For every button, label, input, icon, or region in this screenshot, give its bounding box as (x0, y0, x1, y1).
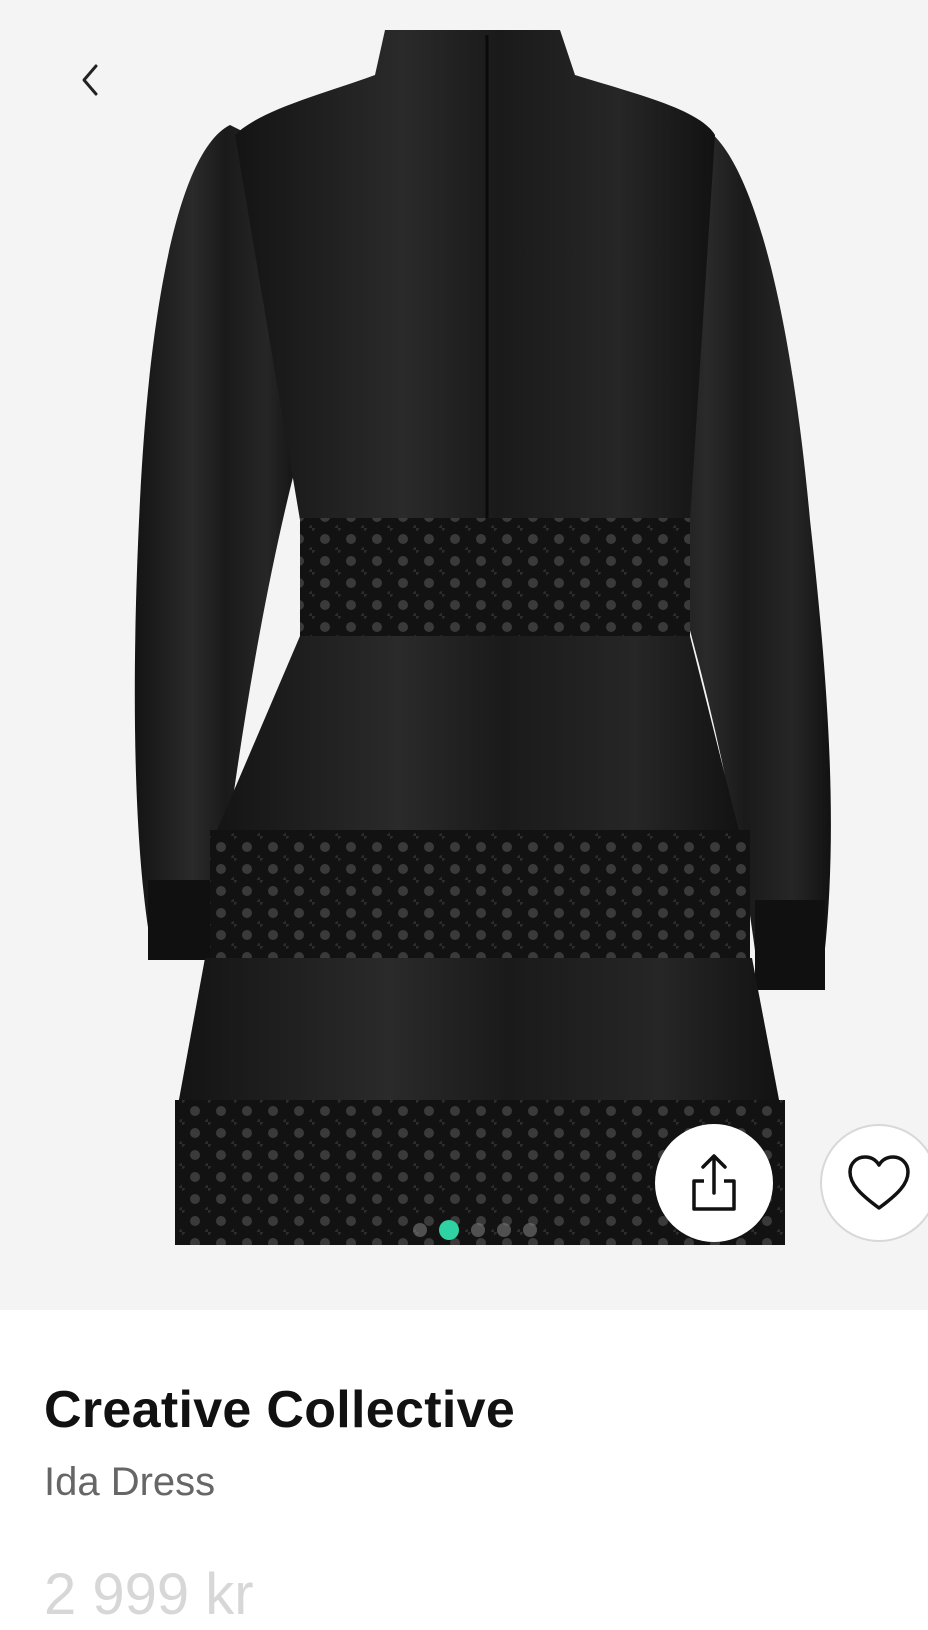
price: 2 999 kr (44, 1562, 254, 1627)
back-button[interactable] (62, 52, 118, 108)
carousel-dot[interactable] (523, 1223, 537, 1237)
chevron-left-icon (82, 64, 98, 96)
product-name: Ida Dress (44, 1460, 216, 1504)
share-icon (692, 1154, 736, 1211)
carousel-dot-active[interactable] (439, 1220, 459, 1240)
share-button[interactable] (655, 1124, 773, 1242)
carousel-dots (413, 1220, 537, 1240)
heart-icon (848, 1155, 910, 1210)
product-gallery[interactable] (0, 0, 928, 1310)
favorite-button[interactable] (820, 1124, 928, 1242)
product-image (134, 30, 831, 1245)
carousel-dot[interactable] (497, 1223, 511, 1237)
brand-name[interactable]: Creative Collective (44, 1380, 898, 1440)
product-info: Creative Collective Ida Dress (44, 1380, 898, 1506)
carousel-dot[interactable] (471, 1223, 485, 1237)
carousel-dot[interactable] (413, 1223, 427, 1237)
